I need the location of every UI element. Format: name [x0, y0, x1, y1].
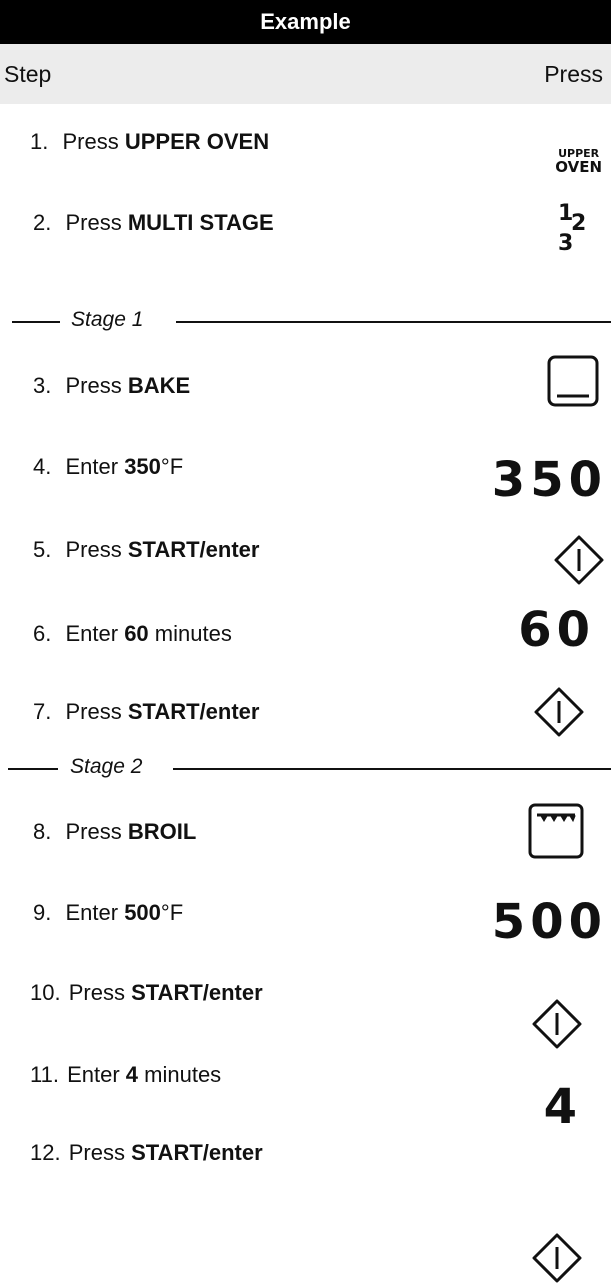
step-2: 2. Press MULTI STAGE [33, 210, 274, 235]
step-5-key: START/enter [127, 537, 260, 562]
display-500: 500 [491, 894, 607, 950]
step-7-key: START/enter [127, 699, 260, 724]
step-10-key: START/enter [131, 980, 263, 1005]
display-60: 60 [518, 602, 595, 658]
step-11: 11. Enter 4 minutes [30, 1062, 222, 1087]
step-1-key: UPPER OVEN [124, 129, 270, 154]
display-350: 350 [491, 452, 607, 508]
column-header-row: Step Press [0, 44, 611, 104]
multi-stage-icon[interactable]: 1 2 3 [551, 196, 595, 254]
upper-oven-key[interactable]: UPPER OVEN [555, 148, 602, 175]
start-enter-icon[interactable] [531, 1232, 583, 1284]
stage-2-line-right [173, 768, 611, 770]
broil-icon[interactable] [527, 802, 585, 860]
step-4-key: 350 [124, 454, 161, 479]
step-6: 6. Enter 60 minutes [33, 621, 232, 646]
stage-2-divider: Stage 2 [0, 753, 611, 783]
press-column-header: Press [544, 61, 603, 87]
step-5: 5. Press START/enter [33, 537, 260, 562]
start-enter-icon[interactable] [533, 686, 585, 738]
step-9: 9. Enter 500°F [33, 900, 184, 925]
step-column-header: Step [4, 61, 52, 87]
stage-2-line-left [8, 768, 58, 770]
step-1: 1. Press UPPER OVEN [30, 129, 270, 154]
stage-1-line-right [176, 321, 611, 323]
step-6-key: 60 [124, 621, 149, 646]
bake-icon[interactable] [546, 354, 600, 408]
display-4: 4 [543, 1079, 577, 1135]
step-7: 7. Press START/enter [33, 699, 260, 724]
step-12-key: START/enter [131, 1140, 263, 1165]
stage-2-label: Stage 2 [70, 755, 143, 778]
step-3-key: BAKE [127, 373, 191, 398]
example-title: Example [260, 9, 351, 34]
step-3: 3. Press BAKE [33, 373, 191, 398]
step-2-key: MULTI STAGE [127, 210, 274, 235]
stage-1-divider: Stage 1 [0, 306, 611, 336]
multi-stage-digit-3: 3 [558, 231, 573, 254]
start-enter-icon[interactable] [553, 534, 605, 586]
example-header: Example [0, 0, 611, 44]
stage-1-label: Stage 1 [71, 308, 144, 331]
step-11-key: 4 [125, 1062, 139, 1087]
step-8: 8. Press BROIL [33, 819, 197, 844]
stage-1-line-left [12, 321, 60, 323]
step-8-key: BROIL [127, 819, 197, 844]
step-4: 4. Enter 350°F [33, 454, 184, 479]
start-enter-icon[interactable] [531, 998, 583, 1050]
step-10: 10. Press START/enter [30, 980, 263, 1005]
step-12: 12. Press START/enter [30, 1140, 263, 1165]
step-9-key: 500 [124, 900, 161, 925]
